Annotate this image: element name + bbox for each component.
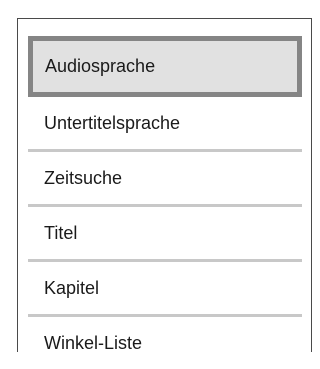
menu-item-label: Winkel-Liste [44,332,143,353]
menu-item-label: Titel [44,222,78,243]
menu-item-label: Kapitel [44,277,100,298]
menu-panel: Audiosprache Untertitelsprache Zeitsuche… [17,18,312,353]
menu-item-untertitelsprache[interactable]: Untertitelsprache [28,97,302,149]
menu-list: Audiosprache Untertitelsprache Zeitsuche… [28,36,302,369]
menu-item-label: Zeitsuche [44,167,123,188]
menu-item-zeitsuche[interactable]: Zeitsuche [28,152,302,204]
menu-item-kapitel[interactable]: Kapitel [28,262,302,314]
menu-item-audiosprache[interactable]: Audiosprache [28,36,302,97]
menu-item-titel[interactable]: Titel [28,207,302,259]
menu-item-label: Audiosprache [45,56,156,76]
menu-item-winkel-liste[interactable]: Winkel-Liste [28,317,302,369]
menu-item-label: Untertitelsprache [44,112,181,133]
